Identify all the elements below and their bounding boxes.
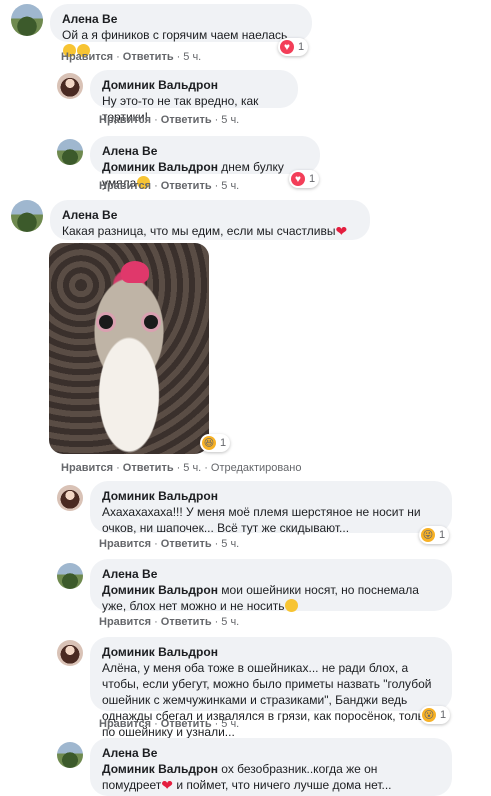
avatar[interactable] xyxy=(11,4,43,36)
reply-link[interactable]: Ответить xyxy=(123,51,174,63)
comment-bubble: Алена Ве Доминик Вальдрон днем булку умя… xyxy=(90,136,320,190)
comment-bubble: Алена Ве Ой а я фиников с горячим чаем н… xyxy=(50,4,312,57)
comment-author[interactable]: Алена Ве xyxy=(102,566,440,582)
reaction-count: 1 xyxy=(440,709,447,721)
comment-bubble: Доминик Вальдрон Алёна, у меня оба тоже … xyxy=(90,637,452,739)
timestamp[interactable]: 5 ч. xyxy=(183,462,201,474)
like-link[interactable]: Нравится xyxy=(99,538,151,550)
avatar[interactable] xyxy=(57,563,83,589)
wow-reaction-icon: 😮 xyxy=(422,708,436,722)
reaction-badge[interactable]: ♥ 1 xyxy=(289,170,320,188)
reaction-count: 1 xyxy=(220,437,227,449)
avatar[interactable] xyxy=(57,139,83,165)
reaction-count: 1 xyxy=(298,41,305,53)
mention-link[interactable]: Доминик Вальдрон xyxy=(102,762,218,776)
reply-link[interactable]: Ответить xyxy=(161,538,212,550)
like-link[interactable]: Нравится xyxy=(99,180,151,192)
comment-bubble: Алена Ве Доминик Вальдрон мои ошейники н… xyxy=(90,559,452,613)
reaction-badge[interactable]: ♥ 1 xyxy=(278,38,309,56)
reply-link[interactable]: Ответить xyxy=(123,462,174,474)
avatar[interactable] xyxy=(11,200,43,232)
comment-actions: Нравится · Ответить · 5 ч. xyxy=(99,616,240,628)
comment-actions: Нравится · Ответить · 5 ч. xyxy=(99,180,240,192)
comment-text: Ой а я фиников с горячим чаем наелась xyxy=(62,28,288,42)
reply-link[interactable]: Ответить xyxy=(161,180,212,192)
heart-emoji-icon: ❤ xyxy=(161,777,174,793)
comment-bubble: Алена Ве Доминик Вальдрон ох безобразник… xyxy=(90,738,452,796)
like-link[interactable]: Нравится xyxy=(99,114,151,126)
cat-photo[interactable] xyxy=(49,243,209,454)
reply-link[interactable]: Ответить xyxy=(161,718,212,730)
comment-text: Ахахахахаха!!! У меня моё племя шерстяно… xyxy=(102,505,421,535)
comment-author[interactable]: Доминик Вальдрон xyxy=(102,644,440,660)
love-reaction-icon: ♥ xyxy=(280,40,294,54)
comment-actions: Нравится · Ответить · 5 ч. xyxy=(99,114,240,126)
edited-label[interactable]: Отредактировано xyxy=(211,462,302,474)
comment-actions: Нравится · Ответить · 5 ч. xyxy=(99,538,240,550)
comment-bubble: Доминик Вальдрон Ахахахахаха!!! У меня м… xyxy=(90,481,452,535)
haha-reaction-icon: 😜 xyxy=(421,528,435,542)
comment-text: Какая разница, что мы едим, если мы счас… xyxy=(62,224,336,238)
comment-author[interactable]: Алена Ве xyxy=(62,11,300,27)
comment-author[interactable]: Алена Ве xyxy=(102,745,440,761)
comment-author[interactable]: Алена Ве xyxy=(62,207,358,223)
mention-link[interactable]: Доминик Вальдрон xyxy=(102,160,218,174)
love-reaction-icon: ♥ xyxy=(291,172,305,186)
mention-link[interactable]: Доминик Вальдрон xyxy=(102,583,218,597)
haha-reaction-icon: 😆 xyxy=(202,436,216,450)
comment-bubble: Доминик Вальдрон Ну это-то не так вредно… xyxy=(90,70,298,124)
comment-actions: Нравится · Ответить · 5 ч. xyxy=(61,51,202,63)
reply-link[interactable]: Ответить xyxy=(161,616,212,628)
cat-eye xyxy=(99,315,113,329)
reply-link[interactable]: Ответить xyxy=(161,114,212,126)
avatar[interactable] xyxy=(57,73,83,99)
timestamp[interactable]: 5 ч. xyxy=(221,538,239,550)
timestamp[interactable]: 5 ч. xyxy=(183,51,201,63)
grin-sweat-emoji-icon xyxy=(285,599,299,612)
comment-author[interactable]: Доминик Вальдрон xyxy=(102,488,440,504)
cat-eye xyxy=(144,315,158,329)
party-hat xyxy=(121,261,149,283)
comment-author[interactable]: Доминик Вальдрон xyxy=(102,77,286,93)
reaction-count: 1 xyxy=(309,173,316,185)
avatar[interactable] xyxy=(57,742,83,768)
avatar[interactable] xyxy=(57,485,83,511)
timestamp[interactable]: 5 ч. xyxy=(221,616,239,628)
like-link[interactable]: Нравится xyxy=(61,51,113,63)
heart-emoji-icon: ❤ xyxy=(335,223,348,239)
comment-author[interactable]: Алена Ве xyxy=(102,143,308,159)
timestamp[interactable]: 5 ч. xyxy=(221,718,239,730)
reaction-badge[interactable]: 😮 1 xyxy=(420,706,451,724)
comment-text-continued: и поймет, что ничего лучше дома нет... xyxy=(173,778,392,792)
like-link[interactable]: Нравится xyxy=(61,462,113,474)
comment-actions: Нравится · Ответить · 5 ч. xyxy=(99,718,240,730)
reaction-count: 1 xyxy=(439,529,446,541)
comment-actions: Нравится · Ответить · 5 ч. · Отредактировано xyxy=(61,462,302,474)
like-link[interactable]: Нравится xyxy=(99,616,151,628)
reaction-badge[interactable]: 😆 1 xyxy=(200,434,231,452)
reaction-badge[interactable]: 😜 1 xyxy=(419,526,450,544)
comment-bubble: Алена Ве Какая разница, что мы едим, есл… xyxy=(50,200,370,254)
timestamp[interactable]: 5 ч. xyxy=(221,114,239,126)
like-link[interactable]: Нравится xyxy=(99,718,151,730)
avatar[interactable] xyxy=(57,640,83,666)
timestamp[interactable]: 5 ч. xyxy=(221,180,239,192)
